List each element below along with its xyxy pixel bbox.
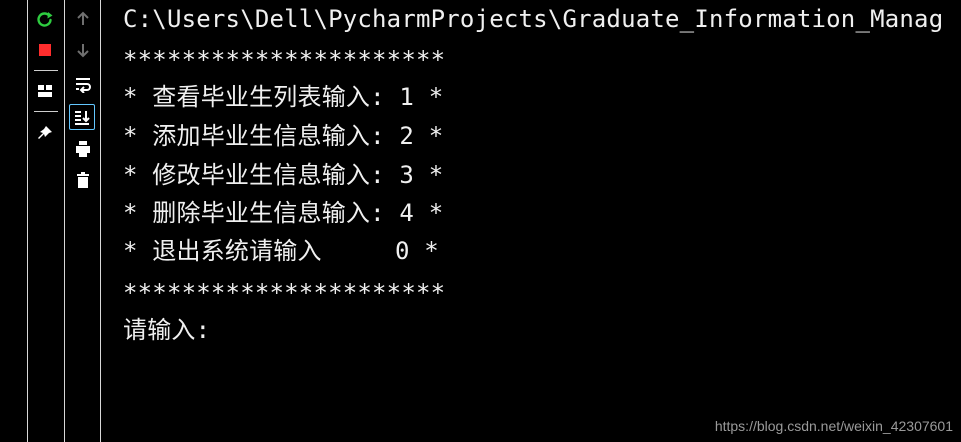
print-icon <box>76 141 90 157</box>
layout-button[interactable] <box>33 79 57 103</box>
trash-icon <box>77 172 89 188</box>
pin-button[interactable] <box>33 121 57 145</box>
console-input-prompt[interactable]: 请输入: <box>123 315 210 345</box>
pin-icon <box>38 126 52 139</box>
down-arrow-icon <box>77 44 89 58</box>
rerun-button[interactable] <box>33 8 57 32</box>
layout-icon <box>38 85 52 97</box>
up-arrow-icon <box>77 11 89 25</box>
console-menu-item-4: * 删除毕业生信息输入: 4 * <box>123 199 444 227</box>
rerun-icon <box>37 12 53 27</box>
toolbar-divider <box>34 111 58 112</box>
previous-occurrence-button[interactable] <box>71 7 95 31</box>
console-menu-item-2: * 添加毕业生信息输入: 2 * <box>123 122 444 150</box>
console-toolbar <box>65 0 101 442</box>
console-border-top: ********************** <box>123 46 446 74</box>
console-border-bottom: ********************** <box>123 279 446 307</box>
console-output[interactable]: C:\Users\Dell\PycharmProjects\Graduate_I… <box>101 0 961 442</box>
run-toolbar-left <box>0 0 28 442</box>
print-button[interactable] <box>71 137 95 161</box>
scroll-to-end-button[interactable] <box>69 104 95 130</box>
soft-wrap-icon <box>76 78 91 93</box>
toolbar-divider <box>34 70 58 71</box>
run-console-window: C:\Users\Dell\PycharmProjects\Graduate_I… <box>0 0 961 442</box>
console-menu-item-3: * 修改毕业生信息输入: 3 * <box>123 161 444 189</box>
run-toolbar-middle <box>28 0 65 442</box>
next-occurrence-button[interactable] <box>71 38 95 62</box>
clear-all-button[interactable] <box>71 168 95 192</box>
console-menu-item-1: * 查看毕业生列表输入: 1 * <box>123 83 444 111</box>
scroll-to-end-icon <box>75 111 90 125</box>
watermark: https://blog.csdn.net/weixin_42307601 <box>714 418 953 434</box>
console-path-line: C:\Users\Dell\PycharmProjects\Graduate_I… <box>123 5 944 33</box>
stop-button[interactable] <box>33 38 57 62</box>
console-menu-item-5: * 退出系统请输入 0 * <box>123 237 439 265</box>
soft-wrap-button[interactable] <box>71 72 95 96</box>
stop-icon <box>39 44 51 56</box>
